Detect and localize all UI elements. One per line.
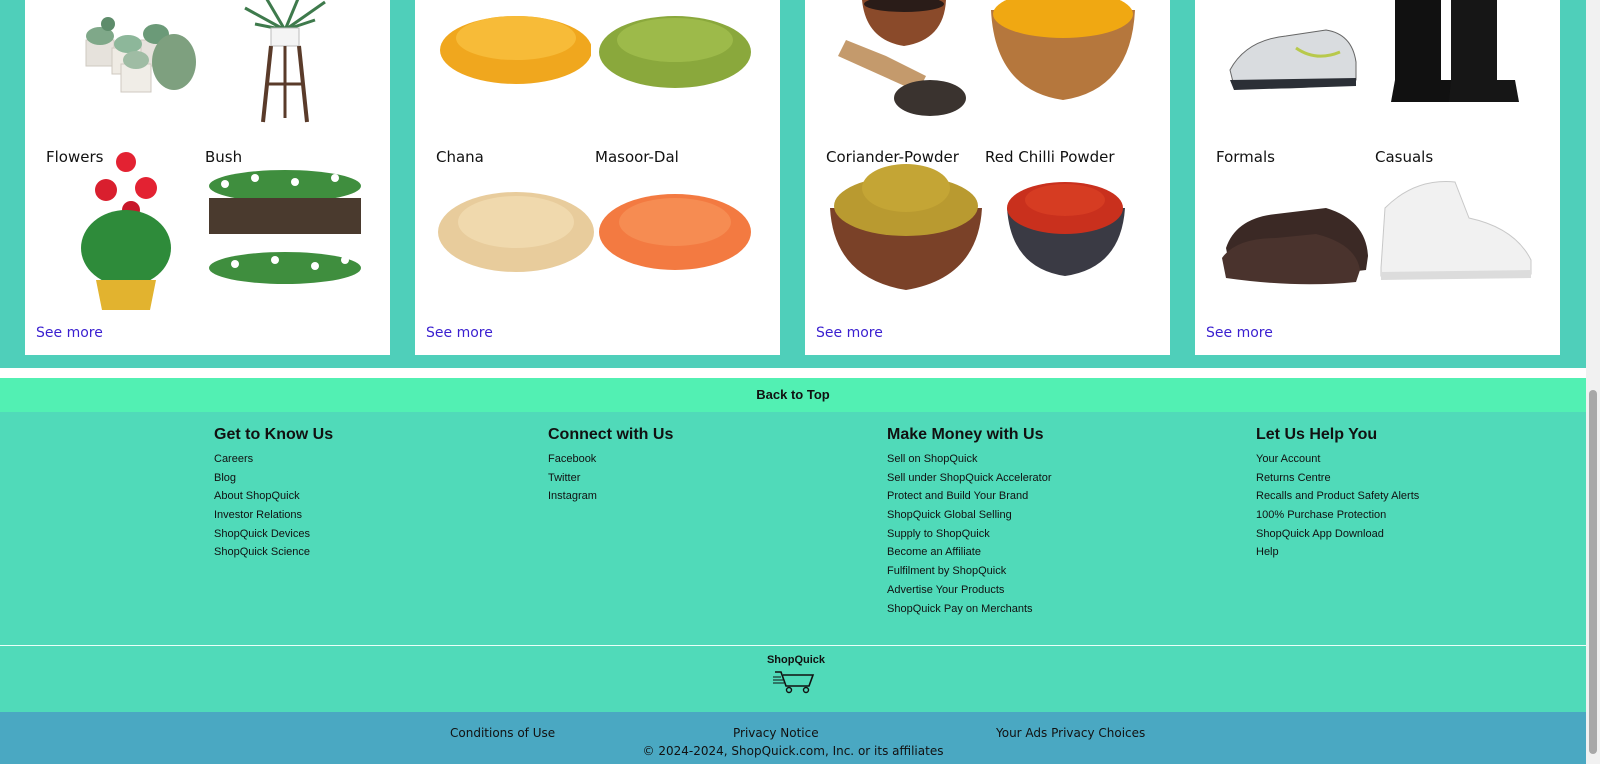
yellow-lentils-image xyxy=(440,16,592,84)
casual-shoes-image xyxy=(1380,181,1532,280)
footer-link-app-download[interactable]: ShopQuick App Download xyxy=(1256,525,1419,544)
card-item-yellow-lentils[interactable] xyxy=(436,0,592,130)
turmeric-image xyxy=(991,0,1135,100)
card-item-green-gram[interactable] xyxy=(595,0,751,130)
bottom-bar: Conditions of Use Privacy Notice Your Ad… xyxy=(0,712,1586,764)
pepper-image xyxy=(838,0,966,116)
footer-link-affiliate[interactable]: Become an Affiliate xyxy=(887,543,1051,562)
bush-image xyxy=(209,170,361,284)
footer-link-science[interactable]: ShopQuick Science xyxy=(214,543,333,562)
footer-column-title: Let Us Help You xyxy=(1256,426,1378,443)
card-item-coriander-powder[interactable]: Coriander-Powder xyxy=(826,148,982,318)
logo-text: ShopQuick xyxy=(766,654,826,666)
see-more-link[interactable]: See more xyxy=(1206,325,1273,341)
scrollbar-thumb[interactable] xyxy=(1589,390,1597,754)
footer-link-brand[interactable]: Protect and Build Your Brand xyxy=(887,487,1051,506)
sneakers-image xyxy=(1229,29,1357,90)
masoor-dal-image xyxy=(599,194,751,270)
ads-privacy-choices-link[interactable]: Your Ads Privacy Choices xyxy=(996,726,1145,740)
footer-link-global-selling[interactable]: ShopQuick Global Selling xyxy=(887,506,1051,525)
footer-link-account[interactable]: Your Account xyxy=(1256,450,1419,469)
flowers-image xyxy=(81,152,171,310)
footer-link-recalls[interactable]: Recalls and Product Safety Alerts xyxy=(1256,487,1419,506)
back-to-top-button[interactable]: Back to Top xyxy=(0,378,1586,412)
footer-column-connect-with-us: Connect with Us Facebook Twitter Instagr… xyxy=(548,426,673,506)
footer-link-twitter[interactable]: Twitter xyxy=(548,469,673,488)
footer-column-help: Let Us Help You Your Account Returns Cen… xyxy=(1256,426,1419,562)
footer-link-devices[interactable]: ShopQuick Devices xyxy=(214,525,333,544)
card-item-sneakers[interactable] xyxy=(1216,0,1371,130)
footer-link-pay-merchants[interactable]: ShopQuick Pay on Merchants xyxy=(887,600,1051,619)
footer-link-about[interactable]: About ShopQuick xyxy=(214,487,333,506)
shopping-cart-icon xyxy=(773,671,815,694)
footer-link-blog[interactable]: Blog xyxy=(214,469,333,488)
card-item-red-chilli-powder[interactable]: Red Chilli Powder xyxy=(985,148,1140,318)
footer-link-purchase-protection[interactable]: 100% Purchase Protection xyxy=(1256,506,1419,525)
footer-link-accelerator[interactable]: Sell under ShopQuick Accelerator xyxy=(887,469,1051,488)
footer-column-title: Make Money with Us xyxy=(887,426,1044,443)
section-separator xyxy=(0,368,1586,378)
card-item-pepper[interactable] xyxy=(826,0,981,130)
see-more-link[interactable]: See more xyxy=(816,325,883,341)
green-gram-image xyxy=(599,16,751,88)
footer-link-careers[interactable]: Careers xyxy=(214,450,333,469)
category-card-pulses: Chana Masoor-Dal See more xyxy=(415,0,780,355)
card-item-flowers[interactable]: Flowers xyxy=(46,148,201,318)
card-item-casuals[interactable]: Casuals xyxy=(1375,148,1532,318)
card-item-succulents[interactable] xyxy=(46,0,201,130)
footer-link-returns[interactable]: Returns Centre xyxy=(1256,469,1419,488)
conditions-of-use-link[interactable]: Conditions of Use xyxy=(450,726,555,740)
red-chilli-powder-image xyxy=(1007,182,1125,276)
privacy-notice-link[interactable]: Privacy Notice xyxy=(733,726,819,740)
footer-link-supply[interactable]: Supply to ShopQuick xyxy=(887,525,1051,544)
card-item-masoor-dal[interactable]: Masoor-Dal xyxy=(595,148,751,318)
category-cards-section: Flowers Bush See more Chana Masoor-Dal S… xyxy=(0,0,1586,368)
footer-column-title: Connect with Us xyxy=(548,426,674,443)
plant-stand-image xyxy=(244,0,326,123)
card-item-plant-stand[interactable] xyxy=(205,0,360,130)
see-more-link[interactable]: See more xyxy=(36,325,103,341)
card-item-bush[interactable]: Bush xyxy=(205,148,361,318)
see-more-link[interactable]: See more xyxy=(426,325,493,341)
footer-link-fulfilment[interactable]: Fulfilment by ShopQuick xyxy=(887,562,1051,581)
footer-link-advertise[interactable]: Advertise Your Products xyxy=(887,581,1051,600)
card-item-chana[interactable]: Chana xyxy=(436,148,594,318)
footer-column-title: Get to Know Us xyxy=(214,426,334,443)
succulents-image xyxy=(85,17,196,93)
category-card-shoes: Formals Casuals See more xyxy=(1195,0,1560,355)
copyright-text: © 2024-2024, ShopQuick.com, Inc. or its … xyxy=(642,744,944,758)
footer: Get to Know Us Careers Blog About ShopQu… xyxy=(0,412,1586,712)
category-card-plants: Flowers Bush See more xyxy=(25,0,390,355)
card-item-boots[interactable] xyxy=(1375,0,1530,130)
chana-image xyxy=(438,192,594,272)
footer-column-make-money: Make Money with Us Sell on ShopQuick Sel… xyxy=(887,426,1051,618)
shopquick-logo[interactable]: ShopQuick xyxy=(766,654,826,699)
boots-image xyxy=(1391,0,1519,102)
footer-link-facebook[interactable]: Facebook xyxy=(548,450,673,469)
footer-link-instagram[interactable]: Instagram xyxy=(548,487,673,506)
footer-link-help[interactable]: Help xyxy=(1256,543,1419,562)
card-item-turmeric[interactable] xyxy=(985,0,1140,130)
footer-link-sell[interactable]: Sell on ShopQuick xyxy=(887,450,1051,469)
footer-link-investor-relations[interactable]: Investor Relations xyxy=(214,506,333,525)
page-scrollbar[interactable] xyxy=(1586,0,1600,764)
footer-column-get-to-know-us: Get to Know Us Careers Blog About ShopQu… xyxy=(214,426,333,562)
footer-divider xyxy=(0,645,1586,646)
category-card-spices: Coriander-Powder Red Chilli Powder See m… xyxy=(805,0,1170,355)
formal-shoes-image xyxy=(1222,208,1368,285)
coriander-powder-image xyxy=(830,164,982,290)
card-item-formals[interactable]: Formals xyxy=(1216,148,1371,318)
